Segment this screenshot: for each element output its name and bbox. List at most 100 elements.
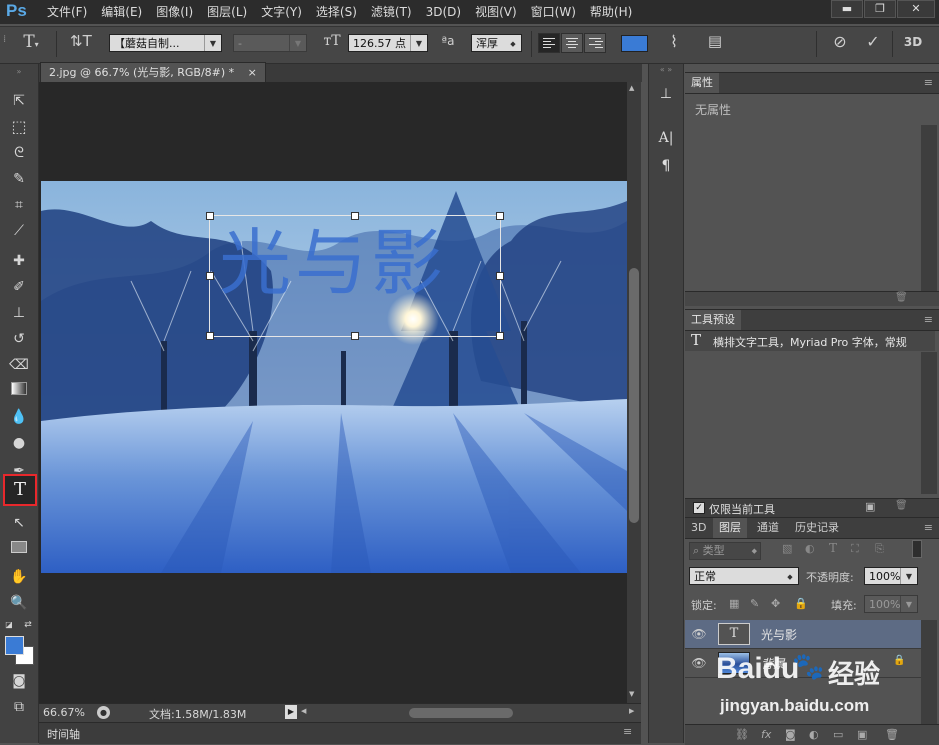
scroll-down-arrow-icon[interactable]: ▼ xyxy=(629,690,634,698)
marquee-tool-icon[interactable]: ⬚ xyxy=(8,116,30,138)
swap-colors-icon[interactable]: ⇄ xyxy=(22,614,34,630)
opacity-field[interactable]: 100% ▼ xyxy=(864,567,918,585)
hand-tool-icon[interactable]: ✋ xyxy=(8,566,30,588)
move-tool-icon[interactable]: ⇱ xyxy=(8,90,30,112)
3d-button[interactable]: 3D xyxy=(900,35,926,49)
transform-handle[interactable] xyxy=(351,212,359,220)
zoom-tool-icon[interactable]: 🔍 xyxy=(8,592,30,614)
crop-tool-icon[interactable]: ⌗ xyxy=(8,194,30,216)
delete-icon[interactable]: 🗑 xyxy=(895,292,908,303)
eye-icon[interactable]: 👁 xyxy=(691,626,707,642)
horizontal-scroll-thumb[interactable] xyxy=(409,708,513,718)
status-menu-arrow-icon[interactable]: ▶ xyxy=(285,705,297,719)
align-right-button[interactable] xyxy=(584,33,606,53)
clone-stamp-tool-icon[interactable]: ⊥ xyxy=(8,302,30,324)
layer-row-text[interactable]: 👁 T 光与影 xyxy=(685,620,925,649)
document-tab[interactable]: 2.jpg @ 66.7% (光与影, RGB/8#) * × xyxy=(40,62,266,83)
transform-handle[interactable] xyxy=(496,272,504,280)
lasso-tool-icon[interactable]: ᘓ xyxy=(8,142,30,164)
menu-edit[interactable]: 编辑(E) xyxy=(94,0,149,24)
transform-handle[interactable] xyxy=(206,332,214,340)
type-tool-icon[interactable]: T xyxy=(3,474,37,506)
eyedropper-tool-icon[interactable]: ⟋ xyxy=(8,220,30,242)
adjustment-layer-icon[interactable]: ◐ xyxy=(809,728,819,741)
rectangle-tool-icon[interactable] xyxy=(8,538,30,560)
healing-brush-tool-icon[interactable]: ✚ xyxy=(8,250,30,272)
delete-layer-icon[interactable]: 🗑 xyxy=(885,728,899,741)
layer-name[interactable]: 光与影 xyxy=(761,626,797,643)
antialias-select[interactable]: 浑厚 ◆ xyxy=(471,34,522,52)
menu-filter[interactable]: 滤镜(T) xyxy=(364,0,419,24)
filter-shape-icon[interactable]: ⛶ xyxy=(851,542,859,556)
menu-layer[interactable]: 图层(L) xyxy=(200,0,254,24)
tool-preset-item[interactable]: T 横排文字工具，Myriad Pro 字体，常规 xyxy=(685,331,935,351)
commit-check-icon[interactable]: ✓ xyxy=(862,32,884,51)
current-tool-only-checkbox[interactable]: ✓ xyxy=(693,502,705,514)
menu-help[interactable]: 帮助(H) xyxy=(583,0,639,24)
transform-handle[interactable] xyxy=(206,272,214,280)
dodge-tool-icon[interactable]: ● xyxy=(8,432,30,454)
menu-window[interactable]: 窗口(W) xyxy=(524,0,583,24)
filter-toggle[interactable] xyxy=(912,540,922,558)
text-bounding-box[interactable] xyxy=(209,215,501,337)
close-tab-icon[interactable]: × xyxy=(248,66,257,79)
menu-file[interactable]: 文件(F) xyxy=(40,0,94,24)
eye-icon[interactable]: 👁 xyxy=(691,655,707,671)
tab-tool-presets[interactable]: 工具预设 xyxy=(685,310,741,330)
menu-3d[interactable]: 3D(D) xyxy=(419,0,468,24)
align-center-button[interactable] xyxy=(561,33,583,53)
lock-all-icon[interactable]: 🔒 xyxy=(794,597,808,610)
filter-smart-object-icon[interactable]: ⎘ xyxy=(875,542,884,556)
lock-position-icon[interactable]: ✥ xyxy=(771,597,780,610)
filter-type-icon[interactable]: T xyxy=(829,541,837,555)
new-layer-icon[interactable]: ▣ xyxy=(857,728,867,741)
screen-mode-icon[interactable]: ⧉ xyxy=(8,696,30,718)
fill-field[interactable]: 100% ▼ xyxy=(864,595,918,613)
add-mask-icon[interactable]: ◙ xyxy=(785,728,796,741)
close-button[interactable]: ✕ xyxy=(897,0,935,18)
font-style-select[interactable]: - ▼ xyxy=(233,34,307,52)
tab-3d[interactable]: 3D xyxy=(685,518,712,538)
tool-presets-panel-icon[interactable]: ⊥ xyxy=(656,84,676,104)
lock-image-icon[interactable]: ✎ xyxy=(750,597,759,610)
lock-transparent-icon[interactable]: ▦ xyxy=(729,597,739,610)
paragraph-panel-icon[interactable]: ¶ xyxy=(656,156,676,176)
quick-mask-icon[interactable]: ◙ xyxy=(8,670,30,692)
font-family-select[interactable]: 【蘑菇自制... ▼ xyxy=(109,34,222,52)
panel-collapse-icon[interactable]: » xyxy=(8,61,30,83)
new-preset-icon[interactable]: ▣ xyxy=(865,500,875,513)
menu-select[interactable]: 选择(S) xyxy=(309,0,364,24)
scroll-up-arrow-icon[interactable]: ▲ xyxy=(629,84,634,92)
eraser-tool-icon[interactable]: ⌫ xyxy=(8,354,30,376)
new-group-icon[interactable]: ▭ xyxy=(833,728,843,741)
minimize-button[interactable]: ▬ xyxy=(831,0,863,18)
layer-filter-select[interactable]: ⌕ 类型 ◆ xyxy=(689,542,761,560)
zoom-level[interactable]: 66.67% xyxy=(43,706,85,719)
tab-history[interactable]: 历史记录 xyxy=(789,518,845,538)
layer-style-icon[interactable]: fx xyxy=(761,728,771,741)
scroll-right-arrow-icon[interactable]: ▶ xyxy=(629,707,634,715)
character-panel-icon[interactable]: A| xyxy=(656,128,676,148)
orientation-toggle-icon[interactable]: ⇅T xyxy=(70,32,92,50)
align-left-button[interactable] xyxy=(538,33,560,53)
transform-handle[interactable] xyxy=(496,332,504,340)
history-brush-tool-icon[interactable]: ↺ xyxy=(8,328,30,350)
scroll-left-arrow-icon[interactable]: ◀ xyxy=(301,707,306,715)
default-colors-icon[interactable]: ◪ xyxy=(3,614,15,629)
panel-menu-icon[interactable]: ≡ xyxy=(924,76,933,89)
font-size-select[interactable]: 126.57 点 ▼ xyxy=(348,34,428,52)
path-selection-tool-icon[interactable]: ↖ xyxy=(8,512,30,534)
text-color-swatch[interactable] xyxy=(621,35,648,52)
layers-scrollbar[interactable] xyxy=(921,620,937,724)
cancel-icon[interactable]: ⊘ xyxy=(829,32,851,51)
blur-tool-icon[interactable]: 💧 xyxy=(8,406,30,428)
status-options-icon[interactable]: ● xyxy=(97,706,110,719)
tab-channels[interactable]: 通道 xyxy=(751,518,785,538)
timeline-tab[interactable]: 时间轴 xyxy=(47,726,80,742)
menu-view[interactable]: 视图(V) xyxy=(468,0,524,24)
foreground-color-swatch[interactable] xyxy=(5,636,24,655)
panel-menu-icon[interactable]: ≡ xyxy=(924,521,933,534)
vertical-scroll-thumb[interactable] xyxy=(629,268,639,523)
menu-image[interactable]: 图像(I) xyxy=(149,0,200,24)
filter-adjustment-icon[interactable]: ◐ xyxy=(805,542,815,555)
